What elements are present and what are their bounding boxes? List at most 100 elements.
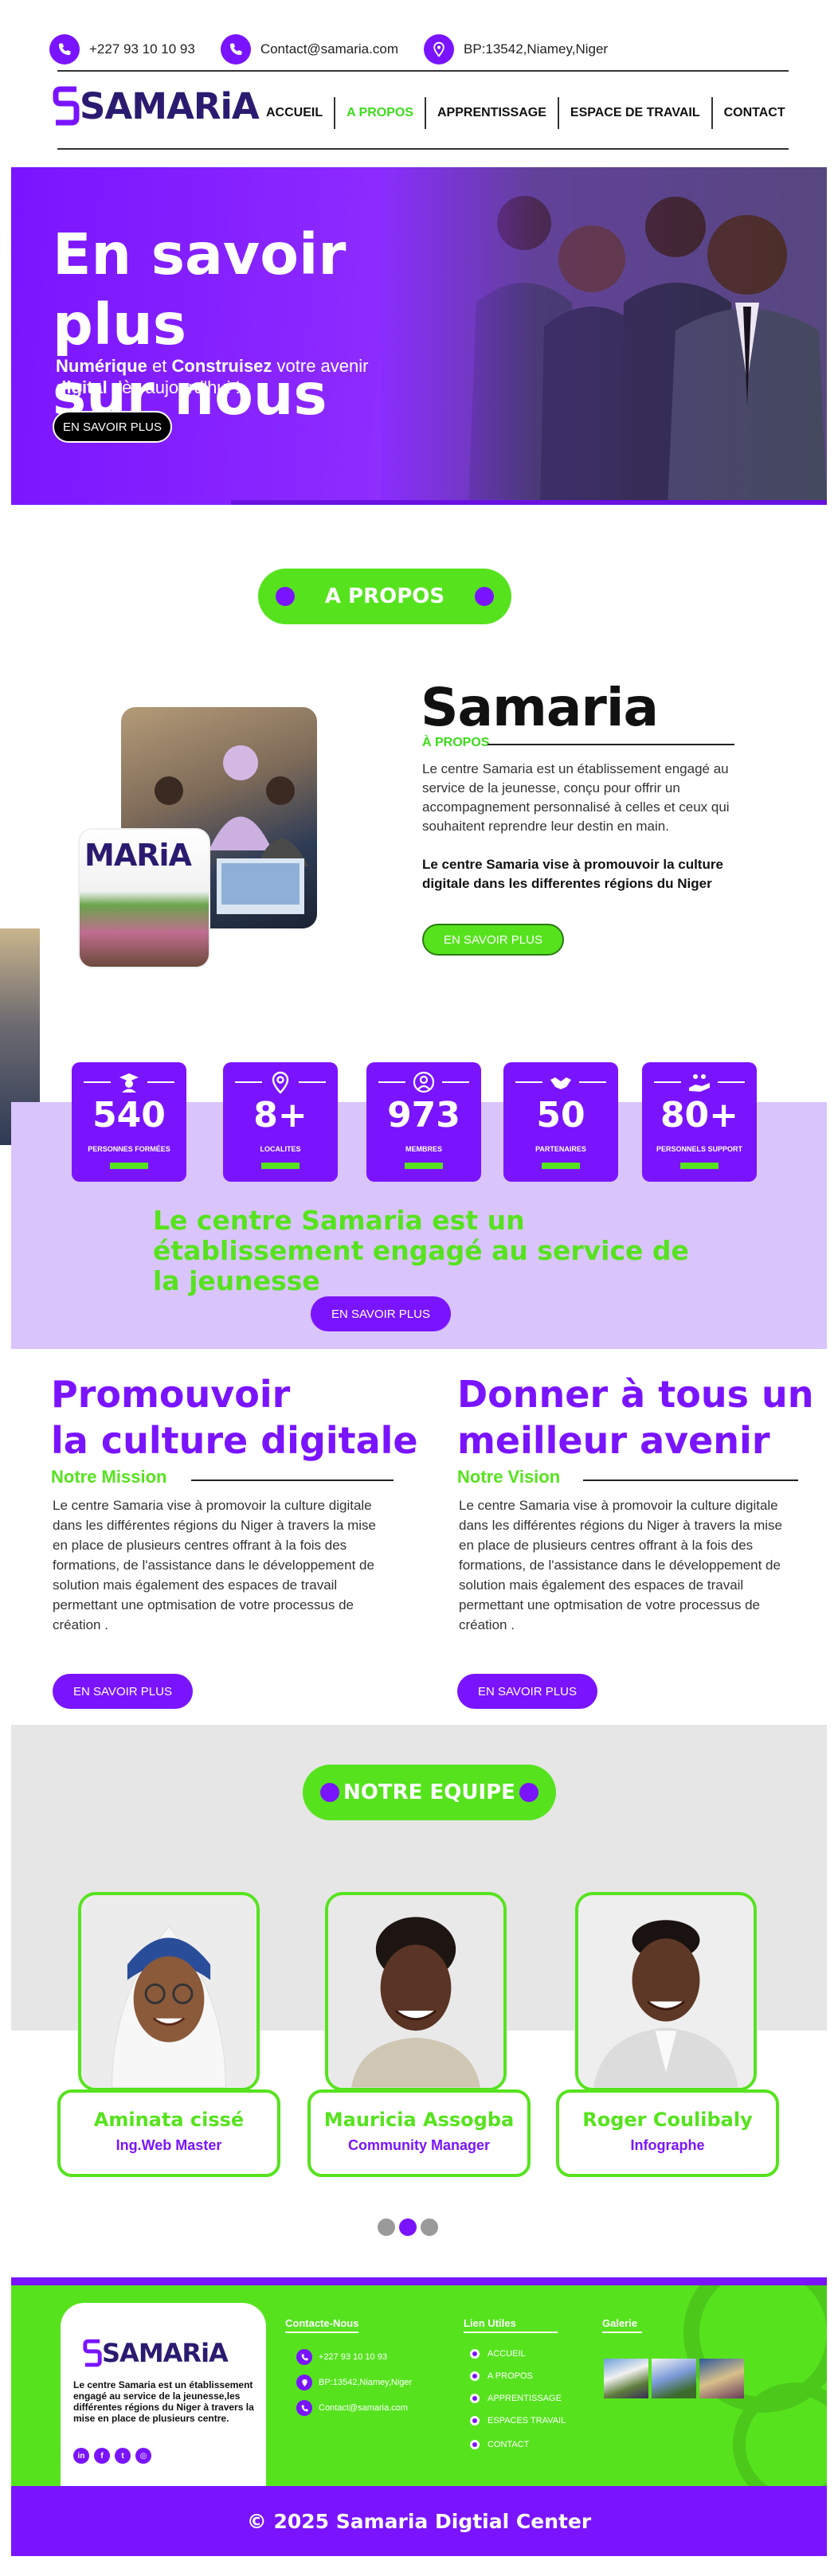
stat-card: 80+ PERSONNELS SUPPORT	[642, 1062, 757, 1182]
vision-more-button[interactable]: EN SAVOIR PLUS	[457, 1674, 597, 1709]
stat-label: LOCALITES	[260, 1145, 301, 1153]
stat-card: 973 MEMBRES	[366, 1062, 481, 1182]
footer-link[interactable]: CONTACT	[470, 2440, 529, 2449]
social-links: in f t ◎	[73, 2448, 151, 2464]
member-card: Roger Coulibaly Infographe	[556, 2089, 779, 2177]
divider	[147, 1081, 174, 1083]
topbar-email[interactable]: Contact@samaria.com	[220, 34, 398, 64]
stat-card: 540 PERSONNES FORMÉES	[72, 1062, 186, 1182]
nav-item-contact[interactable]: CONTACT	[713, 106, 797, 120]
footer-brand-card: SAMARiA Le centre Samaria est un établis…	[61, 2303, 266, 2486]
nav-item-espace-de-travail[interactable]: ESPACE DE TRAVAIL	[559, 106, 711, 120]
footer-email[interactable]: Contact@samaria.com	[296, 2400, 408, 2416]
footer-link[interactable]: ACCUEIL	[470, 2349, 526, 2359]
stat-underline	[542, 1163, 580, 1169]
section-pill-equipe: NOTRE EQUIPE	[303, 1765, 556, 1820]
member-portrait	[328, 1895, 503, 2088]
divider	[442, 1081, 469, 1083]
member-portrait	[81, 1895, 256, 2088]
location-pin-icon	[272, 1071, 289, 1094]
stat-value: 50	[536, 1095, 585, 1136]
divider	[57, 148, 789, 150]
mission-subtitle: Notre Mission	[51, 1467, 167, 1487]
footer-link-label: ACCUEIL	[488, 2349, 526, 2359]
divider	[583, 1480, 798, 1481]
bullet-icon	[470, 2440, 480, 2449]
mission-more-button[interactable]: EN SAVOIR PLUS	[53, 1674, 193, 1709]
footer-link-label: CONTACT	[488, 2440, 530, 2449]
hero-subtitle: Numérique et Construisez votre avenir di…	[56, 355, 374, 398]
contact-topbar: +227 93 10 10 93 Contact@samaria.com BP:…	[49, 30, 789, 68]
hero-cta-button[interactable]: EN SAVOIR PLUS	[53, 411, 172, 443]
gallery-thumbnail[interactable]	[652, 2359, 696, 2398]
about-highlight: Le centre Samaria vise à promouvoir la c…	[422, 857, 723, 891]
gallery-thumbnail[interactable]	[699, 2359, 744, 2398]
hero-subtitle-word: et	[147, 356, 172, 376]
vision-subtitle: Notre Vision	[457, 1467, 561, 1487]
nav-item-accueil[interactable]: ACCUEIL	[255, 106, 334, 120]
stat-label: PERSONNES FORMÉES	[88, 1145, 170, 1153]
footer-phone[interactable]: +227 93 10 10 93	[296, 2349, 387, 2365]
topbar-address-text: BP:13542,Niamey,Niger	[463, 41, 609, 57]
member-role: Community Manager	[347, 2137, 491, 2153]
linkedin-icon[interactable]: in	[73, 2448, 89, 2464]
footer-email-text: Contact@samaria.com	[319, 2403, 409, 2413]
footer-link[interactable]: APPRENTISSAGE	[470, 2394, 562, 2403]
mission-title: Promouvoir la culture digitale	[51, 1371, 418, 1464]
phone-icon	[220, 34, 251, 64]
vision-title: Donner à tous un meilleur avenir	[457, 1371, 813, 1464]
vision-title-line1: Donner à tous un	[457, 1373, 814, 1416]
hero-subtitle-word: Construisez	[171, 356, 272, 376]
logo-s-icon	[53, 86, 80, 126]
stat-underline	[261, 1163, 300, 1169]
helping-hand-icon	[689, 1074, 710, 1092]
hero-subtitle-word: digital	[56, 377, 108, 397]
about-more-button[interactable]: EN SAVOIR PLUS	[422, 924, 564, 956]
topbar-phone-text: +227 93 10 10 93	[89, 41, 195, 57]
member-name: Aminata cissé	[93, 2109, 245, 2131]
logo-s-icon	[83, 2339, 102, 2367]
member-name: Mauricia Assogba	[323, 2109, 515, 2131]
stat-icon-row	[642, 1069, 757, 1096]
mission-title-line1: Promouvoir	[51, 1373, 291, 1416]
footer-link-label: A PROPOS	[488, 2371, 533, 2381]
carousel-dot[interactable]	[421, 2218, 438, 2236]
divider	[84, 1081, 111, 1083]
member-name: Roger Coulibaly	[582, 2109, 753, 2131]
stat-value: 80+	[660, 1095, 739, 1136]
hero-subtitle-word: dès aujourd'hui !	[107, 377, 241, 397]
footer-link[interactable]: ESPACES TRAVAIL	[470, 2416, 566, 2426]
member-portrait	[578, 1895, 754, 2088]
facebook-icon[interactable]: f	[94, 2448, 110, 2464]
nav-item-a-propos[interactable]: A PROPOS	[335, 106, 425, 120]
phone-icon	[296, 2400, 312, 2416]
stat-icon-row	[366, 1069, 481, 1096]
gallery-thumbnail[interactable]	[604, 2359, 648, 2398]
mission-text: Le centre Samaria vise à promovoir la cu…	[53, 1498, 376, 1632]
instagram-icon[interactable]: ◎	[135, 2448, 151, 2464]
twitter-icon[interactable]: t	[115, 2448, 131, 2464]
divider	[378, 1081, 405, 1083]
member-photo	[575, 1892, 757, 2091]
stat-card: 50 PARTENAIRES	[503, 1062, 618, 1182]
nav-item-apprentissage[interactable]: APPRENTISSAGE	[426, 106, 558, 120]
section-pill-label: A PROPOS	[324, 584, 445, 608]
footer-logo[interactable]: SAMARiA	[83, 2338, 229, 2368]
divider	[235, 1081, 262, 1083]
footer-link-label: ESPACES TRAVAIL	[488, 2416, 566, 2426]
footer-link[interactable]: A PROPOS	[470, 2371, 533, 2381]
stat-value: 973	[387, 1095, 460, 1136]
carousel-dot[interactable]	[378, 2218, 395, 2236]
stats-more-button[interactable]: EN SAVOIR PLUS	[311, 1296, 451, 1331]
stat-icon-row	[72, 1069, 186, 1096]
stat-underline	[110, 1163, 148, 1169]
stat-card: 8+ LOCALITES	[223, 1062, 338, 1182]
site-logo[interactable]: SAMARiA	[53, 83, 260, 129]
topbar-phone[interactable]: +227 93 10 10 93	[49, 34, 195, 64]
footer-address: BP:13542,Niamey,Niger	[296, 2375, 412, 2390]
carousel-dot-active[interactable]	[399, 2218, 417, 2236]
about-subtitle: À PROPOS	[422, 736, 490, 749]
bullet-icon	[470, 2349, 480, 2359]
graduate-icon	[119, 1073, 139, 1093]
member-card: Aminata cissé Ing.Web Master	[57, 2089, 280, 2177]
